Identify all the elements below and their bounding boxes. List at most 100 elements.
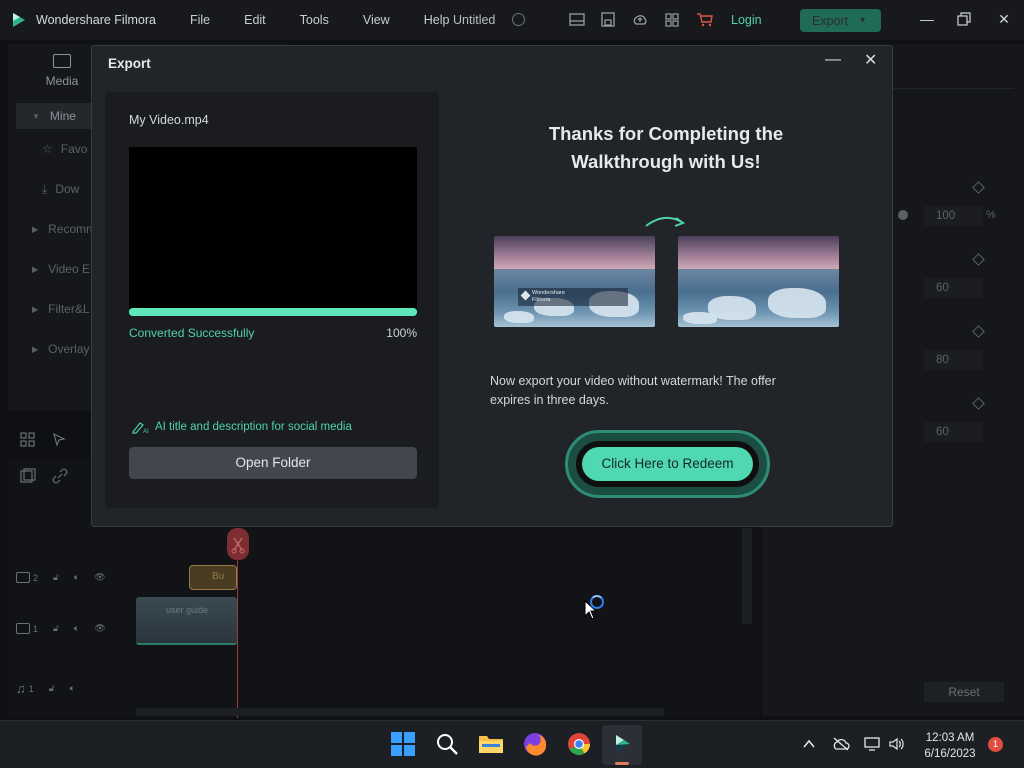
lock-icon[interactable]: 🔓︎ bbox=[53, 623, 59, 634]
system-clock[interactable]: 12:03 AM 6/16/2023 bbox=[908, 730, 992, 762]
value-input[interactable]: 60 bbox=[924, 422, 982, 442]
sidebar-item-label: Filter&L bbox=[48, 302, 90, 316]
link-icon[interactable] bbox=[52, 468, 68, 489]
cloud-upload-icon[interactable] bbox=[632, 12, 648, 27]
select-arrow-icon[interactable] bbox=[52, 432, 67, 452]
ai-pen-icon: AI bbox=[131, 420, 151, 435]
ai-title-link[interactable]: AI AI title and description for social m… bbox=[131, 420, 352, 435]
value-text: 60 bbox=[936, 426, 949, 438]
speaker-icon[interactable]: 🔈︎ bbox=[74, 623, 79, 634]
offer-line-1: Now export your video without watermark!… bbox=[490, 374, 776, 388]
active-app-indicator bbox=[615, 762, 629, 765]
eye-icon[interactable]: 👁︎ bbox=[94, 572, 105, 583]
network-icon[interactable] bbox=[864, 737, 882, 754]
notification-badge[interactable]: 1 bbox=[988, 737, 1003, 752]
clip-label: Bu bbox=[212, 571, 225, 582]
info-icon[interactable] bbox=[512, 13, 525, 26]
file-explorer-icon[interactable] bbox=[478, 731, 504, 757]
svg-text:AI: AI bbox=[143, 429, 149, 434]
caret-right-icon: ▶ bbox=[32, 304, 39, 314]
timeline-horizontal-scrollbar[interactable] bbox=[136, 708, 664, 716]
value-input[interactable]: 80 bbox=[924, 350, 982, 370]
windows-start-icon[interactable] bbox=[390, 731, 416, 757]
dialog-title: Export bbox=[108, 56, 151, 71]
clock-date: 6/16/2023 bbox=[924, 748, 976, 760]
offer-line-2: expires in three days. bbox=[490, 393, 609, 407]
loading-spinner-icon bbox=[590, 595, 604, 609]
volume-icon[interactable] bbox=[888, 737, 906, 754]
menu-edit[interactable]: Edit bbox=[244, 13, 266, 27]
chrome-icon[interactable] bbox=[566, 731, 592, 757]
lock-icon[interactable]: 🔓︎ bbox=[53, 572, 59, 583]
file-name: My Video.mp4 bbox=[129, 113, 209, 127]
track-number: 2 bbox=[33, 572, 39, 583]
open-folder-button[interactable]: Open Folder bbox=[129, 447, 417, 479]
reset-button[interactable]: Reset bbox=[924, 682, 1004, 702]
chevron-up-icon[interactable] bbox=[802, 737, 816, 754]
menu-tools[interactable]: Tools bbox=[300, 13, 329, 27]
opacity-input[interactable]: 100 bbox=[924, 206, 982, 226]
cart-icon[interactable] bbox=[696, 12, 713, 27]
opacity-value: 100 bbox=[936, 210, 956, 222]
tab-media[interactable]: Media bbox=[40, 50, 84, 88]
sidebar-item-label: Dow bbox=[55, 182, 80, 196]
timeline-vertical-scrollbar[interactable] bbox=[742, 528, 752, 624]
video-preview bbox=[129, 147, 417, 309]
minimize-icon[interactable]: — bbox=[825, 52, 841, 68]
caret-right-icon: ▶ bbox=[32, 224, 39, 234]
sidebar-item-label: Video E bbox=[48, 262, 90, 276]
lock-icon[interactable]: 🔓︎ bbox=[49, 683, 55, 694]
clean-thumbnail bbox=[678, 236, 839, 327]
ai-title-text: AI title and description for social medi… bbox=[155, 421, 352, 433]
watermark-badge: Wondershare Filmora bbox=[518, 288, 628, 306]
value-input[interactable]: 60 bbox=[924, 278, 982, 298]
slider-handle[interactable] bbox=[898, 210, 908, 220]
export-progress-card: My Video.mp4 Converted Successfully 100%… bbox=[105, 92, 439, 508]
sidebar-item-label: Recomm bbox=[48, 222, 97, 236]
project-title[interactable]: Untitled bbox=[453, 13, 495, 27]
playhead-scissors-icon[interactable] bbox=[227, 528, 249, 560]
add-track-icon[interactable] bbox=[20, 468, 36, 489]
filmora-app-icon bbox=[609, 731, 635, 757]
close-icon[interactable]: ✕ bbox=[995, 10, 1013, 28]
firefox-icon[interactable] bbox=[522, 731, 548, 757]
divider bbox=[874, 88, 1014, 89]
track-header-video-1: 1 🔓︎ 🔈︎ 👁︎ bbox=[16, 623, 106, 634]
grid-apps-icon[interactable] bbox=[664, 12, 680, 27]
percent-unit: % bbox=[986, 209, 996, 221]
grid-layout-icon[interactable] bbox=[20, 432, 35, 452]
menu-help[interactable]: Help bbox=[424, 13, 450, 27]
caret-down-icon: ▼ bbox=[32, 111, 40, 121]
video-track-icon bbox=[16, 572, 30, 583]
caret-right-icon: ▶ bbox=[32, 264, 39, 274]
layout-icon[interactable] bbox=[569, 12, 585, 27]
save-icon[interactable] bbox=[600, 12, 616, 27]
progress-bar bbox=[129, 308, 417, 316]
cloud-offline-icon[interactable] bbox=[832, 737, 850, 754]
progress-fill bbox=[129, 308, 417, 316]
tab-media-label: Media bbox=[45, 74, 79, 88]
close-icon[interactable]: ✕ bbox=[864, 53, 880, 69]
star-icon: ☆ bbox=[42, 142, 53, 156]
menu-file[interactable]: File bbox=[190, 13, 210, 27]
track-number: 1 bbox=[33, 623, 39, 634]
speaker-icon[interactable]: 🔈︎ bbox=[74, 572, 79, 583]
restore-icon[interactable] bbox=[955, 10, 973, 28]
search-icon[interactable] bbox=[434, 731, 460, 757]
redeem-button[interactable]: Click Here to Redeem bbox=[582, 447, 753, 481]
music-note-icon: ♫ bbox=[16, 681, 26, 696]
sidebar-item-label: Mine bbox=[49, 109, 76, 123]
menu-view[interactable]: View bbox=[363, 13, 390, 27]
thanks-line-2: Walkthrough with Us! bbox=[571, 151, 761, 172]
video-clip[interactable]: user guide bbox=[136, 597, 237, 645]
offer-text: Now export your video without watermark!… bbox=[490, 372, 850, 410]
minimize-icon[interactable]: — bbox=[918, 10, 936, 28]
clip-label: user guide bbox=[166, 605, 209, 615]
video-track-icon bbox=[16, 623, 30, 634]
speaker-icon[interactable]: 🔈︎ bbox=[70, 683, 75, 694]
title-clip[interactable]: Bu bbox=[189, 565, 237, 590]
login-link[interactable]: Login bbox=[731, 13, 762, 27]
watermarked-thumbnail: Wondershare Filmora bbox=[494, 236, 655, 327]
export-button[interactable]: Export ▾ bbox=[800, 9, 881, 32]
eye-icon[interactable]: 👁︎ bbox=[94, 623, 105, 634]
